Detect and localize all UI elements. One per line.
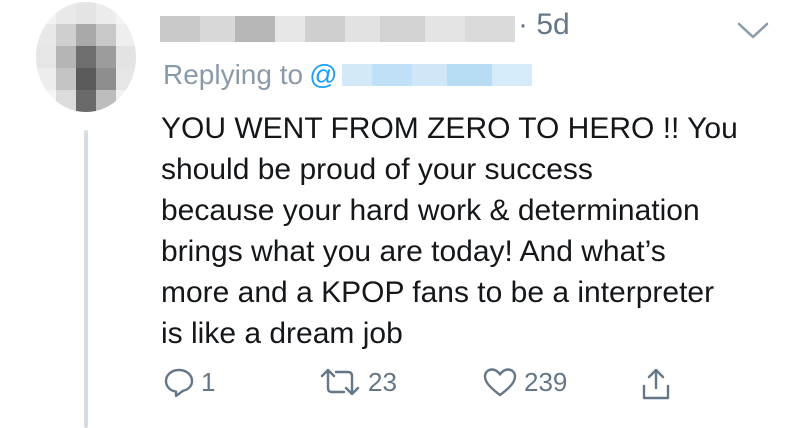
tweet-text: YOU WENT FROM ZERO TO HERO !! You should… (161, 108, 781, 354)
reply-handle-link[interactable]: @ (309, 59, 337, 91)
tweet-text-line: is like a dream job (161, 317, 403, 350)
timestamp-text: 5d (536, 8, 570, 41)
tweet-actions: 1 23 239 (0, 360, 800, 410)
retweet-icon (318, 366, 362, 398)
author-name-redacted[interactable] (160, 16, 515, 42)
comment-icon (163, 366, 195, 398)
avatar[interactable] (36, 2, 136, 112)
tweet-timestamp[interactable]: · 5d (518, 8, 570, 42)
timestamp-separator: · (518, 8, 528, 41)
heart-icon (482, 366, 518, 398)
replying-to-label: Replying to (163, 59, 304, 90)
tweet-text-line: brings what you are today! And what’s (161, 235, 666, 268)
retweet-button[interactable]: 23 (318, 366, 397, 398)
retweet-count: 23 (368, 366, 397, 397)
reply-button[interactable]: 1 (163, 366, 215, 398)
tweet-text-line: because your hard work & determination (161, 194, 700, 227)
tweet-text-line: YOU WENT FROM ZERO TO HERO !! You (161, 112, 738, 145)
replying-to: Replying to @ (163, 55, 532, 95)
reply-count: 1 (201, 366, 216, 397)
chevron-down-icon[interactable] (735, 18, 771, 42)
tweet[interactable]: · 5d Replying to @ YOU WENT FROM ZERO TO… (0, 0, 800, 428)
like-button[interactable]: 239 (482, 366, 567, 398)
tweet-text-line: more and a KPOP fans to be a interpreter (161, 276, 715, 309)
share-button[interactable] (640, 366, 672, 402)
like-count: 239 (524, 366, 568, 397)
tweet-text-line: should be proud of your success (161, 153, 593, 186)
reply-handle-redacted[interactable] (341, 64, 532, 86)
share-icon (640, 366, 672, 402)
